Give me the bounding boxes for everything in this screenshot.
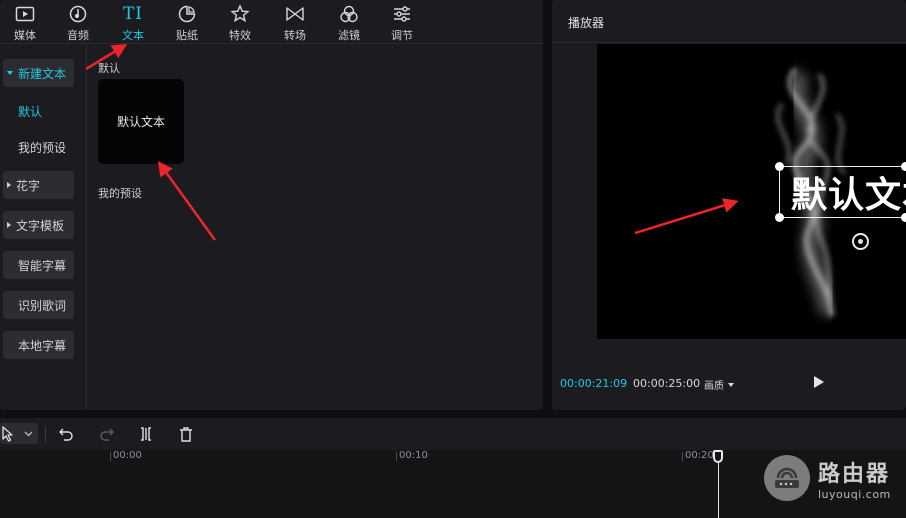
undo-icon [59,428,73,441]
tab-audio[interactable]: 音频 [57,3,99,43]
redo-icon [100,428,114,441]
sidebar-item-default[interactable]: 默认 [3,97,74,125]
delete-button[interactable] [177,424,195,444]
tab-transition[interactable]: 转场 [274,3,316,43]
timeline-track-area[interactable]: 00:00 00:10 00:20 [0,450,906,518]
timeline-toolbar [0,418,906,450]
current-time: 00:00:21:09 [560,377,628,390]
total-time: 00:00:25:00 [633,377,701,390]
adjust-icon [391,3,413,24]
tab-filter[interactable]: 滤镜 [328,3,370,43]
player-panel: 播放器 默认文本 00:00:21:09 00:00:2 [552,0,906,410]
tab-media[interactable]: 媒体 [4,3,46,43]
transition-icon [284,3,306,24]
default-section-heading: 默认 [98,62,120,75]
media-icon [14,3,36,24]
tab-adjust[interactable]: 调节 [381,3,423,43]
sidebar-item-my-presets[interactable]: 我的预设 [3,133,74,161]
divider [45,426,46,442]
tab-sticker[interactable]: 贴纸 [166,3,208,43]
my-presets-heading: 我的预设 [98,187,142,200]
top-toolbar: 媒体 音频 TI 文本 贴纸 特效 转场 滤镜 调节 [0,0,543,44]
chevron-down-icon [728,382,734,387]
play-button[interactable] [814,376,824,388]
default-text-preset[interactable]: 默认文本 [98,79,184,164]
effects-icon [229,3,251,24]
ruler-label: 00:20 [685,450,714,461]
tab-text[interactable]: TI 文本 [112,3,154,43]
rotate-handle-icon[interactable] [852,233,869,250]
text-icon: TI [122,3,144,24]
sidebar-item-new-text[interactable]: 新建文本 [3,59,74,87]
filter-icon [338,3,360,24]
sidebar-item-lyrics-recognition[interactable]: 识别歌词 [3,291,74,319]
trash-icon [180,426,192,442]
redo-button[interactable] [98,424,116,444]
cursor-icon [2,426,33,442]
divider [552,42,906,43]
sidebar-item-smart-captions[interactable]: 智能字幕 [3,251,74,279]
playhead-line[interactable] [718,458,719,518]
material-panel: 媒体 音频 TI 文本 贴纸 特效 转场 滤镜 调节 新建文本 默认 我的预设 … [0,0,543,410]
resize-handle-bottom-right[interactable] [901,213,906,222]
undo-button[interactable] [57,424,75,444]
playhead-handle[interactable] [713,450,723,463]
ruler-tick [682,452,683,461]
resize-handle-top-left[interactable] [775,162,784,171]
text-overlay-selection[interactable]: 默认文本 [779,166,906,218]
chevron-right-icon [7,182,11,188]
sidebar-item-fancy-text[interactable]: 花字 [3,171,74,199]
chevron-right-icon [7,222,11,228]
ruler-tick [396,452,397,461]
audio-icon [67,3,89,24]
chevron-down-icon [7,71,13,75]
ruler-tick [110,452,111,461]
sidebar-item-local-captions[interactable]: 本地字幕 [3,331,74,359]
select-tool-dropdown[interactable] [0,423,38,444]
resize-handle-bottom-left[interactable] [775,213,784,222]
ruler-label: 00:00 [113,450,142,461]
ruler-label: 00:10 [399,450,428,461]
text-category-sidebar: 新建文本 默认 我的预设 花字 文字模板 智能字幕 识别歌词 本地字幕 [0,45,87,410]
video-preview[interactable]: 默认文本 [597,44,906,339]
resize-handle-top-right[interactable] [901,162,906,171]
sticker-icon [176,3,198,24]
split-button[interactable] [137,424,155,444]
tab-effects[interactable]: 特效 [219,3,261,43]
split-icon [141,427,151,441]
sidebar-item-text-templates[interactable]: 文字模板 [3,211,74,239]
quality-dropdown[interactable]: 画质 [704,377,734,392]
player-title: 播放器 [568,16,605,30]
